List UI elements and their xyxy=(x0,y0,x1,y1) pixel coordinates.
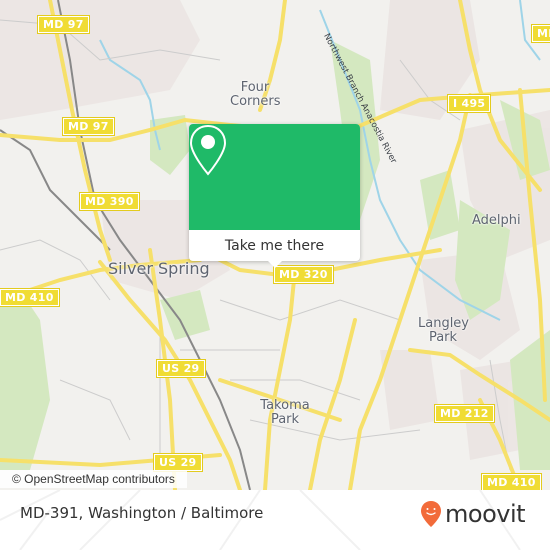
place-label-takoma-park: Takoma Park xyxy=(260,398,310,427)
place-label-adelphi: Adelphi xyxy=(472,213,521,228)
road-shield-md-410: MD 410 xyxy=(481,473,542,490)
map-pin-icon xyxy=(189,124,227,176)
road-shield-md: MD xyxy=(531,24,550,43)
moovit-pin-icon xyxy=(421,501,441,527)
road-shield-md-212: MD 212 xyxy=(434,404,495,423)
location-title: MD-391, Washington / Baltimore xyxy=(20,504,264,522)
map-attribution[interactable]: © OpenStreetMap contributors xyxy=(0,470,187,488)
road-shield-i-495: I 495 xyxy=(446,94,492,113)
road-shield-md-390: MD 390 xyxy=(79,192,140,211)
road-shield-us-29: US 29 xyxy=(153,453,203,472)
popup-tail xyxy=(267,260,283,268)
take-me-there-button[interactable]: Take me there xyxy=(189,230,360,261)
place-label-silver-spring: Silver Spring xyxy=(108,259,210,278)
road-shield-md-97: MD 97 xyxy=(37,15,90,34)
map-view[interactable]: MD 97 MD 97 MD 390 MD 410 MD 320 US 29 U… xyxy=(0,0,550,490)
road-shield-us-29: US 29 xyxy=(156,359,206,378)
place-label-langley-park: Langley Park xyxy=(418,316,470,345)
road-shield-md-97: MD 97 xyxy=(62,117,115,136)
road-shield-md-410: MD 410 xyxy=(0,288,60,307)
popup-header xyxy=(189,124,360,230)
road-shield-md-320: MD 320 xyxy=(273,265,334,284)
place-label-four-corners: Four Corners xyxy=(230,80,281,109)
moovit-wordmark: moovit xyxy=(445,500,526,528)
location-popup: Take me there xyxy=(189,124,360,268)
moovit-logo[interactable]: moovit xyxy=(420,500,526,528)
footer: MD-391, Washington / Baltimore moovit xyxy=(0,490,550,550)
